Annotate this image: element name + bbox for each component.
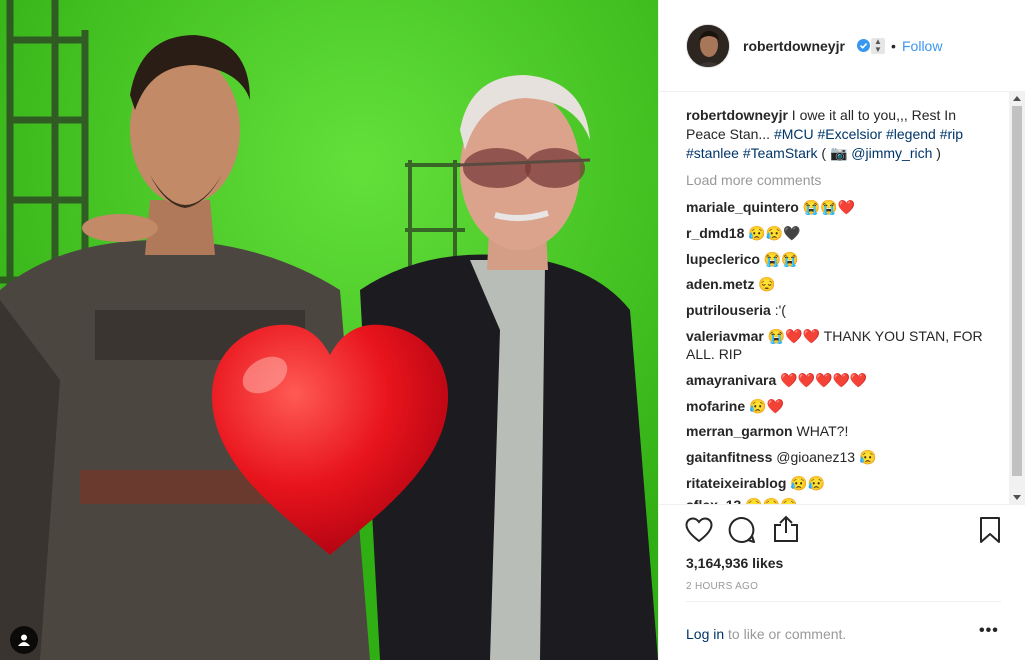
instagram-post: robertdowneyjr ▲ ▼ • Follow robertdowneyj… (0, 0, 1025, 660)
post-username[interactable]: robertdowneyjr (743, 38, 845, 54)
photo-illustration (0, 0, 658, 660)
comment-text: ❤️❤️❤️❤️❤️ (780, 372, 868, 388)
share-icon[interactable] (773, 515, 799, 543)
comment-text: 😭😭❤️ (802, 199, 856, 215)
mention-link[interactable]: @jimmy_rich (851, 145, 932, 161)
comment-item: r_dmd18 😥😥🖤 (686, 224, 986, 242)
load-more-comments[interactable]: Load more comments (686, 172, 821, 188)
hashtag[interactable]: #Excelsior (818, 126, 883, 142)
comment-username[interactable]: mofarine (686, 398, 745, 414)
comment-username[interactable]: lupeclerico (686, 251, 760, 267)
divider (686, 601, 1001, 602)
comments-list[interactable]: robertdowneyjr I owe it all to you,,, Re… (659, 92, 1025, 504)
post-sidebar: robertdowneyjr ▲ ▼ • Follow robertdowneyj… (658, 0, 1025, 660)
comment-item: putrilouseria :'( (686, 301, 986, 319)
comment-text: :'( (774, 302, 786, 318)
heart-icon[interactable] (685, 517, 713, 543)
hashtag[interactable]: #stanlee (686, 145, 739, 161)
comment-text: @gioanez13 😥 (776, 449, 877, 465)
post-header: robertdowneyjr ▲ ▼ • Follow (659, 0, 1025, 92)
comment-text: 😭😭 (763, 251, 799, 267)
hashtag[interactable]: #legend (886, 126, 936, 142)
comment-username[interactable]: aden.metz (686, 276, 754, 292)
hashtag[interactable]: #TeamStark (743, 145, 818, 161)
comment-text: 😥❤️ (749, 398, 784, 414)
post-caption: robertdowneyjr I owe it all to you,,, Re… (686, 106, 986, 163)
comment-item: aden.metz 😔 (686, 275, 986, 293)
scroll-up-icon[interactable] (1013, 96, 1021, 101)
comment-username[interactable]: sflex_13 (686, 497, 741, 504)
scroll-down-icon[interactable] (1013, 495, 1021, 500)
comment-item: gaitanfitness @gioanez13 😥 (686, 448, 986, 466)
verified-badge-icon (857, 39, 870, 52)
comment-text: WHAT?! (796, 423, 849, 439)
login-link[interactable]: Log in (686, 626, 724, 642)
comment-username[interactable]: putrilouseria (686, 302, 771, 318)
comment-text: 😥😥 (790, 475, 826, 491)
comment-username[interactable]: mariale_quintero (686, 199, 799, 215)
more-options-icon[interactable]: ••• (979, 622, 999, 640)
comment-item: lupeclerico 😭😭 (686, 250, 986, 268)
comment-text: 😥😥😥 (745, 497, 797, 504)
post-photo[interactable] (0, 0, 658, 660)
caption-username[interactable]: robertdowneyjr (686, 107, 788, 123)
separator-dot: • (891, 38, 896, 54)
comment-username[interactable]: gaitanfitness (686, 449, 772, 465)
comment-text: 😔 (758, 276, 776, 292)
login-prompt-text: to like or comment. (724, 626, 847, 642)
comment-username[interactable]: ritateixeirablog (686, 475, 786, 491)
comment-username[interactable]: merran_garmon (686, 423, 793, 439)
avatar[interactable] (686, 24, 730, 68)
comment-username[interactable]: r_dmd18 (686, 225, 744, 241)
bookmark-icon[interactable] (979, 516, 1001, 544)
comment-item: mariale_quintero 😭😭❤️ (686, 198, 986, 216)
scrollbar-thumb[interactable] (1012, 106, 1022, 476)
login-prompt: Log in to like or comment. (686, 626, 846, 642)
comment-icon[interactable] (728, 516, 756, 544)
comment-item: ritateixeirablog 😥😥 (686, 474, 986, 492)
comment-username[interactable]: valeriavmar (686, 328, 764, 344)
follow-button[interactable]: Follow (902, 38, 942, 54)
post-actions: 3,164,936 likes 2 HOURS AGO Log in to li… (659, 504, 1025, 660)
caption-text: ( 📷 (821, 145, 852, 161)
comment-item: amayranivara ❤️❤️❤️❤️❤️ (686, 371, 986, 389)
comments-scrollbar[interactable] (1009, 92, 1025, 504)
caption-text: ) (932, 145, 941, 161)
account-switcher[interactable]: ▲ ▼ (871, 38, 885, 54)
hashtag[interactable]: #MCU (774, 126, 814, 142)
user-tag-icon[interactable] (10, 626, 38, 654)
comment-item: valeriavmar 😭❤️❤️ THANK YOU STAN, FOR AL… (686, 327, 986, 363)
post-timestamp[interactable]: 2 HOURS AGO (686, 581, 758, 592)
comment-item: sflex_13 😥😥😥 (686, 496, 986, 504)
likes-count[interactable]: 3,164,936 likes (686, 555, 783, 571)
comment-text: 😥😥🖤 (748, 225, 801, 241)
comment-item: merran_garmon WHAT?! (686, 422, 986, 440)
hashtag[interactable]: #rip (940, 126, 963, 142)
comment-username[interactable]: amayranivara (686, 372, 776, 388)
comment-item: mofarine 😥❤️ (686, 397, 986, 415)
